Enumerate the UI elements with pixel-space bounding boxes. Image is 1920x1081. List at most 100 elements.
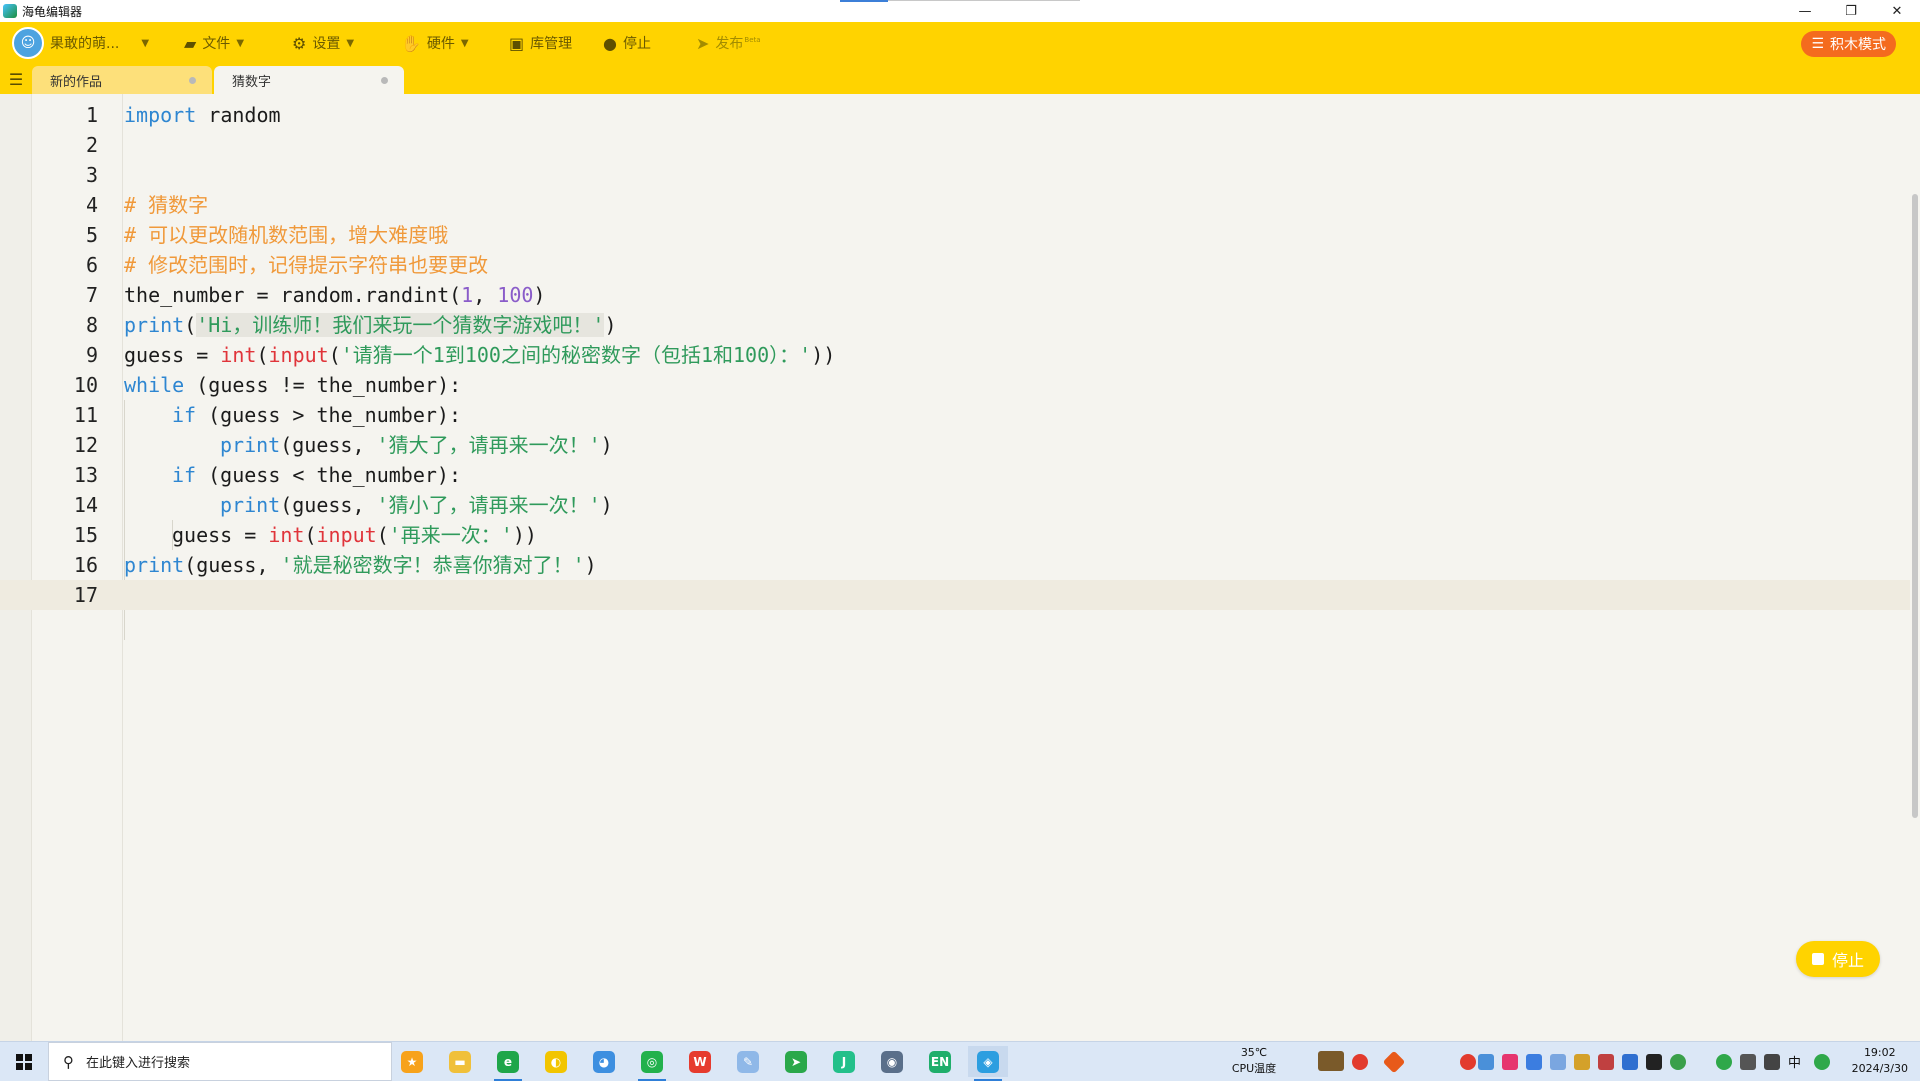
chrome-icon[interactable] (1670, 1054, 1686, 1070)
volume-icon[interactable] (1764, 1054, 1780, 1070)
line-number: 6 (85, 253, 98, 277)
line-number: 4 (85, 193, 98, 217)
title-divider-line (888, 0, 1080, 1)
code-line: 15 guess = int(input('再来一次：')) (0, 520, 1910, 550)
user-menu[interactable]: ☺ 果敢的萌... ▼ (12, 22, 149, 64)
block-mode-label: 积木模式 (1830, 37, 1886, 53)
code-text: guess = int(input('请猜一个1到100之间的秘密数字（包括1和… (124, 343, 836, 367)
chevron-down-icon: ▼ (236, 37, 245, 49)
tray-app-icon[interactable] (1598, 1054, 1614, 1070)
line-number: 14 (73, 493, 98, 517)
unsaved-dot-icon[interactable] (381, 77, 388, 84)
hot-news-icon[interactable] (1352, 1054, 1368, 1070)
code-line: 13 if (guess < the_number): (0, 460, 1910, 490)
hardware-menu[interactable]: ✋ 硬件 ▼ (401, 22, 469, 64)
cpu-temperature-widget[interactable]: 35℃ CPU温度 (1224, 1045, 1284, 1077)
stop-label: 停止 (622, 36, 651, 52)
code-line: 4 # 猜数字 (0, 190, 1910, 220)
tray-app-icon[interactable] (1814, 1054, 1830, 1070)
turtle-app-icon (3, 4, 17, 18)
jetbrains-icon[interactable]: J (824, 1046, 864, 1077)
window-title-bar: 海龟编辑器 — ❐ ✕ (0, 0, 1920, 22)
tray-app-icon[interactable] (1478, 1054, 1494, 1070)
tray-app-icon[interactable] (1550, 1054, 1566, 1070)
tray-app-icon[interactable] (1526, 1054, 1542, 1070)
code-text: guess = int(input('再来一次：')) (172, 523, 537, 547)
sidebar-toggle-icon[interactable]: ☰ (4, 70, 28, 89)
network-icon[interactable] (1740, 1054, 1756, 1070)
code-line: 7 the_number = random.randint(1, 100) (0, 280, 1910, 310)
tab-guess-number[interactable]: 猜数字 (214, 66, 404, 94)
code-text: print('Hi，训练师！我们来玩一个猜数字游戏吧！') (124, 313, 617, 337)
hardware-icon: ✋ (401, 33, 421, 53)
library-label: 库管理 (530, 36, 573, 52)
taskbar-search[interactable]: ⚲ 在此键入进行搜索 (48, 1042, 392, 1081)
settings-menu[interactable]: ⚙ 设置 ▼ (292, 22, 354, 64)
tray-app-icon[interactable] (1502, 1054, 1518, 1070)
code-text: print(guess, '猜大了，请再来一次！') (220, 433, 613, 457)
line-number: 2 (85, 133, 98, 157)
code-line: 10 while (guess != the_number): (0, 370, 1910, 400)
qq-browser-icon[interactable]: ◐ (536, 1046, 576, 1077)
file-explorer-icon[interactable]: ▬ (440, 1046, 480, 1077)
code-line: 6 # 修改范围时，记得提示字符串也要更改 (0, 250, 1910, 280)
library-manager-button[interactable]: ▣ 库管理 (509, 22, 572, 64)
stop-button[interactable]: ● 停止 (603, 22, 651, 64)
line-number: 17 (73, 583, 98, 607)
code-line: 9 guess = int(input('请猜一个1到100之间的秘密数字（包括… (0, 340, 1910, 370)
tray-app-icon[interactable] (1646, 1054, 1662, 1070)
tray-app-icon[interactable] (1574, 1054, 1590, 1070)
tray-app-icon[interactable] (1460, 1054, 1476, 1070)
ie-browser-icon[interactable]: e (488, 1046, 528, 1081)
wps-icon[interactable]: W (680, 1046, 720, 1077)
restore-button[interactable]: ❐ (1828, 0, 1874, 22)
settings-menu-label: 设置 (312, 36, 341, 52)
code-text: if (guess > the_number): (172, 403, 461, 427)
code-editor[interactable]: 1 import random 2 3 4 # 猜数字 5 # 可以更改随机数范… (0, 94, 1920, 1041)
search-icon: ⚲ (63, 1052, 74, 1071)
cpu-temp-label: CPU温度 (1231, 1062, 1277, 1075)
minimize-button[interactable]: — (1782, 0, 1828, 22)
file-menu[interactable]: ▰ 文件 ▼ (184, 22, 244, 64)
camera-icon-glyph: ◉ (881, 1050, 903, 1073)
system-clock[interactable]: 19:02 2024/3/30 (1852, 1045, 1908, 1077)
title-accent-line (840, 0, 888, 2)
block-mode-button[interactable]: ☰ 积木模式 (1801, 31, 1896, 57)
close-button[interactable]: ✕ (1874, 0, 1920, 22)
floating-stop-label: 停止 (1831, 951, 1864, 970)
diamond-app-icon[interactable] (1382, 1050, 1406, 1074)
publish-button[interactable]: ➤ 发布 Beta (696, 22, 761, 64)
code-line: 8 print('Hi，训练师！我们来玩一个猜数字游戏吧！') (0, 310, 1910, 340)
camera-icon[interactable]: ◉ (872, 1046, 912, 1077)
search-placeholder: 在此键入进行搜索 (86, 1056, 191, 1071)
hardware-menu-label: 硬件 (426, 36, 455, 52)
paint-icon[interactable]: ✎ (728, 1046, 768, 1077)
tray-app-icon[interactable] (1622, 1054, 1638, 1070)
unsaved-dot-icon[interactable] (189, 77, 196, 84)
qq-icon[interactable]: ◕ (584, 1046, 624, 1077)
tv-app-icon[interactable] (1318, 1051, 1344, 1071)
tab-new-project[interactable]: 新的作品 (32, 66, 212, 94)
star-app-icon[interactable]: ★ (392, 1046, 432, 1077)
chevron-down-icon: ▼ (346, 37, 355, 49)
vertical-scrollbar[interactable] (1912, 194, 1918, 818)
file-tab-bar: ☰ 新的作品 猜数字 (0, 64, 1920, 94)
cpu-temp-value: 35℃ (1240, 1046, 1268, 1059)
windows-taskbar: ⚲ 在此键入进行搜索 ★ ▬ e ◐ ◕ ◎ W ✎ ➤ J ◉ EN ◈ 35℃ CPU温度 中 19… (0, 1041, 1920, 1081)
code-line: 5 # 可以更改随机数范围，增大难度哦 (0, 220, 1910, 250)
en-input-icon[interactable]: EN (920, 1046, 960, 1077)
qq-browser-icon-glyph: ◐ (545, 1050, 567, 1073)
feishu-send-icon[interactable]: ➤ (776, 1046, 816, 1077)
code-text: the_number = random.randint(1, 100) (124, 283, 546, 307)
clock-date: 2024/3/30 (1851, 1062, 1908, 1075)
floating-stop-button[interactable]: 停止 (1795, 941, 1880, 977)
tray-app-icon[interactable] (1716, 1054, 1732, 1070)
code-comment: # 猜数字 (124, 193, 209, 217)
wechat-icon[interactable]: ◎ (632, 1046, 672, 1081)
ime-indicator[interactable]: 中 (1788, 1052, 1801, 1071)
wps-icon-glyph: W (689, 1050, 711, 1073)
start-button[interactable] (0, 1042, 48, 1081)
code-text: print(guess, '就是秘密数字！恭喜你猜对了！') (124, 553, 597, 577)
ie-browser-icon-glyph: e (497, 1050, 519, 1073)
turtle-editor-icon[interactable]: ◈ (968, 1046, 1008, 1081)
